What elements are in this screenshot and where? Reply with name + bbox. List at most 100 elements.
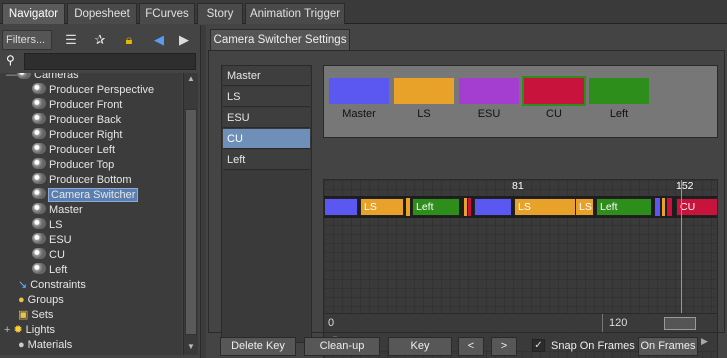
- favorite-star-icon[interactable]: ✰: [91, 31, 109, 49]
- track-segment[interactable]: CU: [676, 198, 717, 216]
- camera-icon: [32, 83, 46, 94]
- main-tab-bar: Navigator Dopesheet FCurves Story Animat…: [0, 0, 727, 24]
- camera-icon: [32, 263, 46, 274]
- key-button[interactable]: Key: [388, 337, 452, 356]
- camera-icon: [32, 218, 46, 229]
- time-ruler[interactable]: 0 120: [324, 313, 717, 332]
- tree-item-lights[interactable]: + ✹ Lights: [4, 323, 55, 338]
- search-icon: ⚲: [6, 53, 15, 67]
- track-segment[interactable]: LS: [360, 198, 404, 216]
- back-arrow-icon[interactable]: ◀: [150, 31, 168, 49]
- ruler-start-label: 0: [328, 317, 335, 329]
- track-mini-segment: [655, 198, 660, 216]
- swatch-cu[interactable]: [522, 76, 586, 106]
- snap-mode-select[interactable]: On Frames: [638, 337, 698, 356]
- tree-item-label: Cameras: [34, 73, 79, 81]
- snap-checkbox[interactable]: ✓: [532, 339, 545, 352]
- snap-label: Snap On Frames: [551, 340, 635, 352]
- tree-item-left[interactable]: Left: [32, 263, 67, 278]
- lights-icon: ✹: [13, 324, 23, 336]
- swatch-label: Left: [609, 108, 629, 120]
- tree-item-producer-front[interactable]: Producer Front: [32, 98, 122, 113]
- tree-item-producer-top[interactable]: Producer Top: [32, 158, 114, 173]
- forward-arrow-icon[interactable]: ▶: [175, 31, 193, 49]
- tree-item-materials[interactable]: ● Materials: [18, 338, 72, 353]
- swatch-label: ESU: [477, 108, 501, 120]
- tree-item-label: Producer Left: [49, 144, 116, 156]
- playhead[interactable]: [681, 180, 682, 324]
- search-row: ⚲: [0, 53, 200, 71]
- switcher-timeline[interactable]: 81 152 LS Left LS LS Left CU 0 120 ▶: [323, 179, 718, 358]
- tree-item-label: Lights: [25, 324, 56, 336]
- tab-camera-switcher-settings[interactable]: Camera Switcher Settings: [210, 29, 350, 50]
- navigator-panel: Filters... ☰ ✰ 🔒︎ ◀ ▶ ⚲ — Cameras Produce…: [0, 25, 200, 358]
- tab-animation-trigger[interactable]: Animation Trigger: [245, 3, 345, 24]
- tree-item-label: Sets: [31, 309, 54, 321]
- tree-item-producer-right[interactable]: Producer Right: [32, 128, 122, 143]
- tree-item-label: Constraints: [30, 279, 86, 291]
- camera-icon: [32, 173, 46, 184]
- camera-list-item-cu[interactable]: CU: [223, 129, 310, 149]
- camera-list-item-esu[interactable]: ESU: [223, 108, 310, 128]
- tree-scrollbar[interactable]: ▲ ▼: [183, 73, 198, 355]
- tree-item-producer-perspective[interactable]: Producer Perspective: [32, 83, 154, 98]
- expand-icon: +: [4, 324, 11, 336]
- tree-item-sets[interactable]: ▣ Sets: [18, 308, 53, 323]
- camera-track[interactable]: LS Left LS LS Left CU: [324, 196, 717, 218]
- track-segment[interactable]: LS: [576, 198, 594, 216]
- lock-icon[interactable]: 🔒︎: [120, 31, 138, 49]
- track-mini-segment: [667, 198, 672, 216]
- track-segment[interactable]: [324, 198, 358, 216]
- swatch-esu[interactable]: [459, 78, 519, 104]
- tree-item-constraints[interactable]: ↘ Constraints: [18, 278, 86, 293]
- tree-item-label: Producer Top: [49, 159, 115, 171]
- tree-item-label: Groups: [27, 294, 64, 306]
- scrollbar-thumb[interactable]: [185, 109, 197, 335]
- tree-item-ls[interactable]: LS: [32, 218, 62, 233]
- swatch-master[interactable]: [329, 78, 389, 104]
- tree-item-label: LS: [49, 219, 63, 231]
- filters-button[interactable]: Filters...: [2, 30, 52, 50]
- tree-item-esu[interactable]: ESU: [32, 233, 72, 248]
- tab-navigator[interactable]: Navigator: [2, 3, 65, 24]
- list-view-icon[interactable]: ☰: [62, 31, 80, 49]
- track-segment[interactable]: Left: [596, 198, 652, 216]
- delete-key-button[interactable]: Delete Key: [220, 337, 296, 356]
- tree-item-cu[interactable]: CU: [32, 248, 65, 263]
- settings-panel: Master LS ESU CU Left Master LS ESU CU L…: [208, 50, 725, 358]
- tree-item-label: Producer Front: [49, 99, 123, 111]
- track-segment[interactable]: [474, 198, 512, 216]
- tree-item-camera-switcher[interactable]: Camera Switcher: [32, 188, 139, 203]
- camera-list-item-master[interactable]: Master: [223, 66, 310, 86]
- camera-icon: [32, 113, 46, 124]
- previous-key-button[interactable]: <: [458, 337, 484, 356]
- track-segment[interactable]: LS: [514, 198, 576, 216]
- constraints-icon: ↘: [18, 279, 28, 291]
- search-input[interactable]: [24, 53, 196, 70]
- swatch-ls[interactable]: [394, 78, 454, 104]
- timeline-marker: 81: [512, 180, 524, 192]
- track-segment[interactable]: Left: [412, 198, 460, 216]
- camera-icon: [32, 203, 46, 214]
- cleanup-button[interactable]: Clean-up: [304, 337, 380, 356]
- zoom-handle[interactable]: [664, 317, 696, 330]
- materials-icon: ●: [18, 339, 25, 351]
- tree-item-master[interactable]: Master: [32, 203, 83, 218]
- camera-list-item-left[interactable]: Left: [223, 150, 310, 170]
- tab-story[interactable]: Story: [197, 3, 243, 24]
- camera-icon: [32, 143, 46, 154]
- swatch-left[interactable]: [589, 78, 649, 104]
- scene-tree: — Cameras Producer Perspective Producer F…: [0, 73, 182, 355]
- scroll-up-icon[interactable]: ▲: [184, 73, 198, 85]
- scroll-down-icon[interactable]: ▼: [184, 341, 198, 353]
- tab-dopesheet[interactable]: Dopesheet: [67, 3, 137, 24]
- tab-fcurves[interactable]: FCurves: [139, 3, 195, 24]
- tree-item-cameras[interactable]: — Cameras: [6, 73, 79, 83]
- next-key-button[interactable]: >: [491, 337, 517, 356]
- camera-list-item-ls[interactable]: LS: [223, 87, 310, 107]
- tree-item-groups[interactable]: ● Groups: [18, 293, 64, 308]
- tree-item-producer-back[interactable]: Producer Back: [32, 113, 121, 128]
- timeline-marker: 152: [676, 180, 694, 192]
- tree-item-producer-bottom[interactable]: Producer Bottom: [32, 173, 132, 188]
- tree-item-producer-left[interactable]: Producer Left: [32, 143, 115, 158]
